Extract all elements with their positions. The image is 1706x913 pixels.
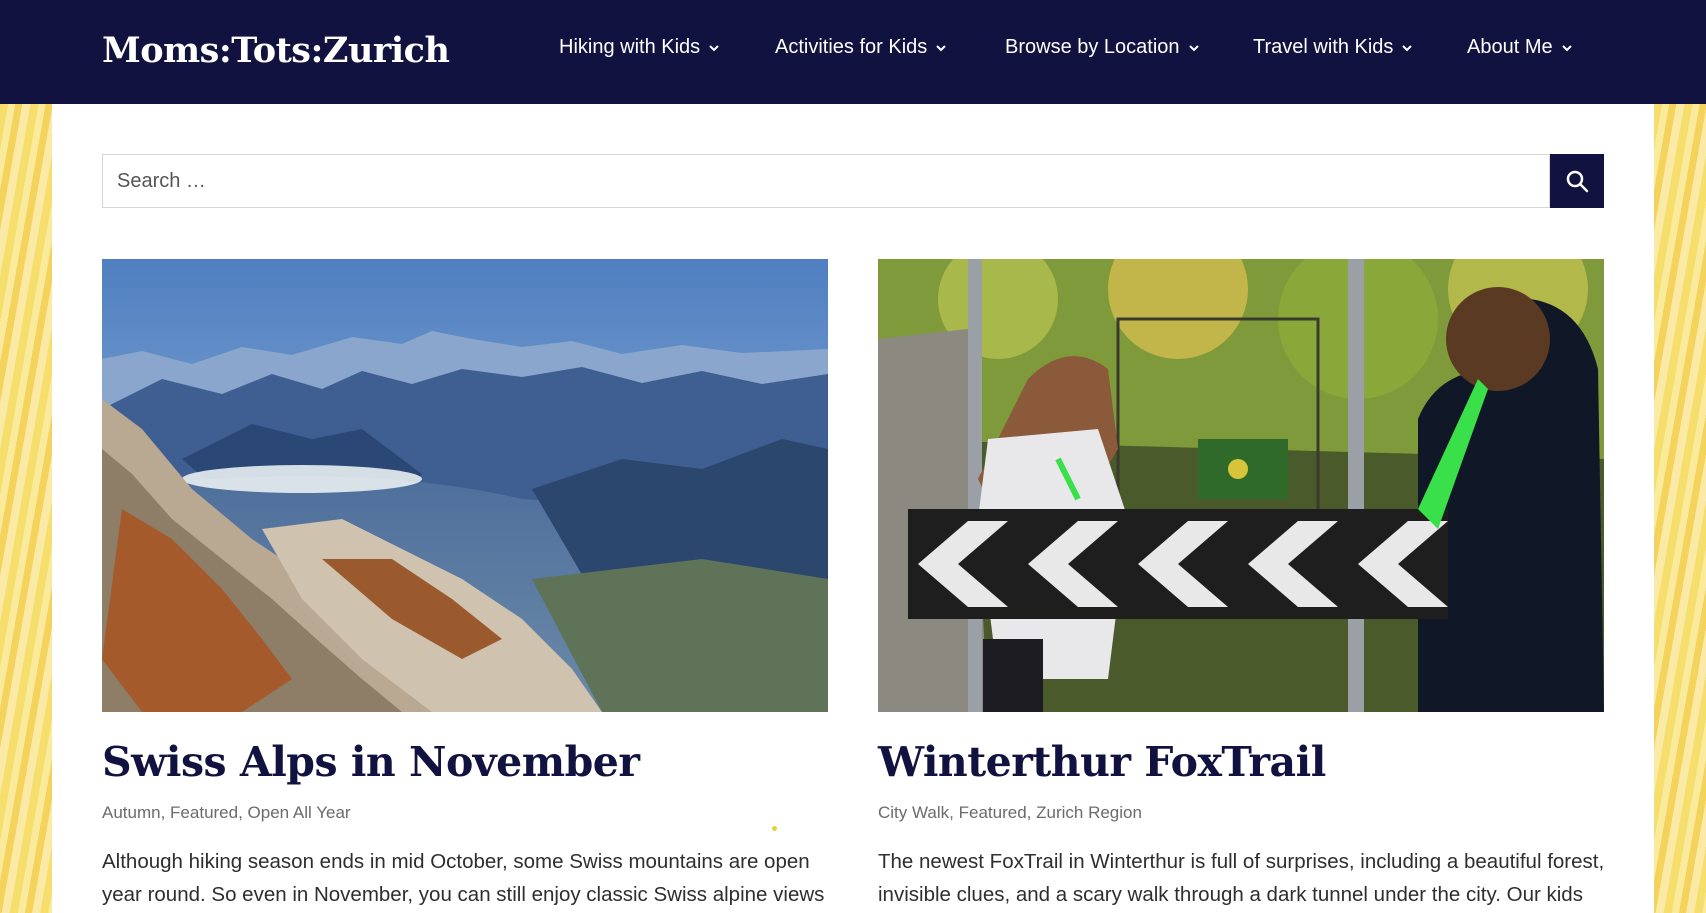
category-link[interactable]: Featured <box>959 803 1027 822</box>
post-categories: Autumn, Featured, Open All Year <box>102 803 828 823</box>
nav-item-browse-by-location[interactable]: Browse by Location <box>1005 36 1200 59</box>
nav-item-travel-with-kids[interactable]: Travel with Kids <box>1253 36 1413 59</box>
search-input[interactable] <box>102 154 1550 208</box>
nav-item-label: Browse by Location <box>1005 36 1180 58</box>
nav-item-about-me[interactable]: About Me <box>1467 36 1573 59</box>
search-icon <box>1566 170 1589 193</box>
category-separator: , <box>238 803 248 823</box>
site-header: Moms:Tots:Zurich Hiking with Kids Activi… <box>0 0 1706 104</box>
excerpt-line: Although hiking season ends in mid Octob… <box>102 850 810 874</box>
site-title[interactable]: Moms:Tots:Zurich <box>102 30 450 71</box>
nav-item-label: Activities for Kids <box>775 36 928 58</box>
category-link[interactable]: Open All Year <box>248 803 351 822</box>
excerpt-line: year round. So even in November, you can… <box>102 883 825 907</box>
category-separator: , <box>1026 803 1037 823</box>
chevron-down-icon <box>1402 44 1413 51</box>
post-title[interactable]: Winterthur FoxTrail <box>878 739 1604 785</box>
category-link[interactable]: Featured <box>170 803 238 822</box>
post-card: Swiss Alps in November Autumn, Featured,… <box>102 259 828 911</box>
category-link[interactable]: Zurich Region <box>1036 803 1142 822</box>
post-card: Winterthur FoxTrail City Walk, Featured,… <box>878 259 1604 911</box>
excerpt-line: The newest FoxTrail in Winterthur is ful… <box>878 850 1605 874</box>
category-separator: , <box>949 803 959 823</box>
search-form <box>102 154 1604 208</box>
main-content: Swiss Alps in November Autumn, Featured,… <box>52 104 1654 913</box>
post-title[interactable]: Swiss Alps in November <box>102 739 828 785</box>
nav-item-activities-for-kids[interactable]: Activities for Kids <box>775 36 947 59</box>
nav-item-label: Travel with Kids <box>1253 36 1394 58</box>
post-thumbnail-mountains[interactable] <box>102 259 828 712</box>
nav-item-hiking-with-kids[interactable]: Hiking with Kids <box>559 36 720 59</box>
search-button[interactable] <box>1550 154 1604 208</box>
chevron-down-icon <box>1188 44 1199 51</box>
background-left-pattern <box>0 104 52 913</box>
category-link[interactable]: City Walk <box>878 803 949 822</box>
post-thumbnail-foxtrail[interactable] <box>878 259 1604 712</box>
decorative-dot <box>772 826 777 831</box>
nav-item-label: Hiking with Kids <box>559 36 701 58</box>
background-right-pattern <box>1654 104 1706 913</box>
post-excerpt: Although hiking season ends in mid Octob… <box>102 845 828 911</box>
chevron-down-icon <box>1561 44 1572 51</box>
category-separator: , <box>160 803 171 823</box>
chevron-down-icon <box>709 44 719 51</box>
post-categories: City Walk, Featured, Zurich Region <box>878 803 1604 823</box>
nav-item-label: About Me <box>1467 36 1553 58</box>
category-link[interactable]: Autumn <box>102 803 161 822</box>
chevron-down-icon <box>936 44 946 51</box>
excerpt-line: invisible clues, and a scary walk throug… <box>878 883 1583 907</box>
post-excerpt: The newest FoxTrail in Winterthur is ful… <box>878 845 1604 911</box>
